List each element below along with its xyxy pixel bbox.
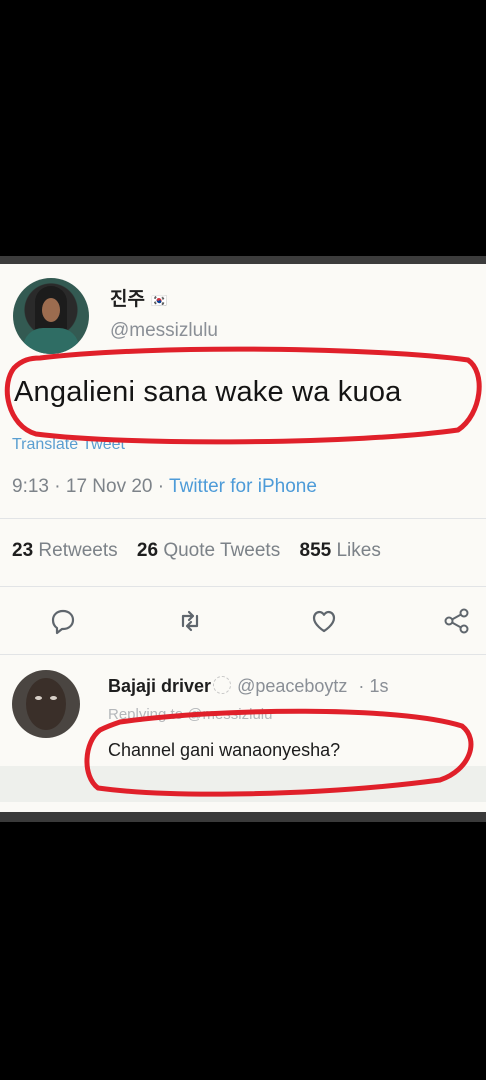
quote-tweets-stat[interactable]: 26 Quote Tweets <box>137 540 280 561</box>
korea-flag-icon: 🇰🇷 <box>150 293 168 308</box>
author-display-name[interactable]: 진주 🇰🇷 <box>110 284 167 311</box>
tweet-text: Angalieni sana wake wa kuoa <box>14 376 402 408</box>
reply-author-avatar[interactable] <box>12 670 80 738</box>
reply-author-line: Bajaji driver @peaceboytz · 1s <box>108 676 389 696</box>
translate-tweet-link[interactable]: Translate Tweet <box>12 436 125 454</box>
divider <box>0 586 486 587</box>
tweet-time: 9:13 <box>12 476 49 497</box>
likes-stat[interactable]: 855 Likes <box>300 540 381 561</box>
replying-to-label: Replying to @messizlulu <box>108 706 273 723</box>
divider <box>0 518 486 519</box>
like-icon[interactable] <box>309 606 339 636</box>
tweet-source-link[interactable]: Twitter for iPhone <box>169 476 317 497</box>
tweet-timestamp: 9:13 · 17 Nov 20 · Twitter for iPhone <box>12 476 317 497</box>
author-avatar[interactable] <box>13 278 89 354</box>
photo-lower-strip <box>0 766 486 802</box>
tweet-stats: 23 Retweets 26 Quote Tweets 855 Likes <box>12 540 381 562</box>
reply-text: Channel gani wanaonyesha? <box>108 740 341 760</box>
photo-bottom-edge <box>0 812 486 822</box>
divider <box>0 654 486 655</box>
verified-badge-icon <box>213 676 232 694</box>
share-icon[interactable] <box>442 606 472 636</box>
reply-age: 1s <box>369 676 389 696</box>
retweet-icon[interactable] <box>175 606 205 636</box>
reply-author-name[interactable]: Bajaji driver <box>108 676 211 696</box>
author-handle[interactable]: @messizlulu <box>110 320 218 342</box>
tweet-date: 17 Nov 20 <box>65 476 153 497</box>
reply-icon[interactable] <box>48 606 78 636</box>
photo-top-edge <box>0 256 486 264</box>
tweet-screenshot-photo: 진주 🇰🇷 @messizlulu Angalieni sana wake wa … <box>0 256 486 822</box>
reply-author-handle[interactable]: @peaceboytz <box>237 676 347 696</box>
retweets-stat[interactable]: 23 Retweets <box>12 540 118 561</box>
